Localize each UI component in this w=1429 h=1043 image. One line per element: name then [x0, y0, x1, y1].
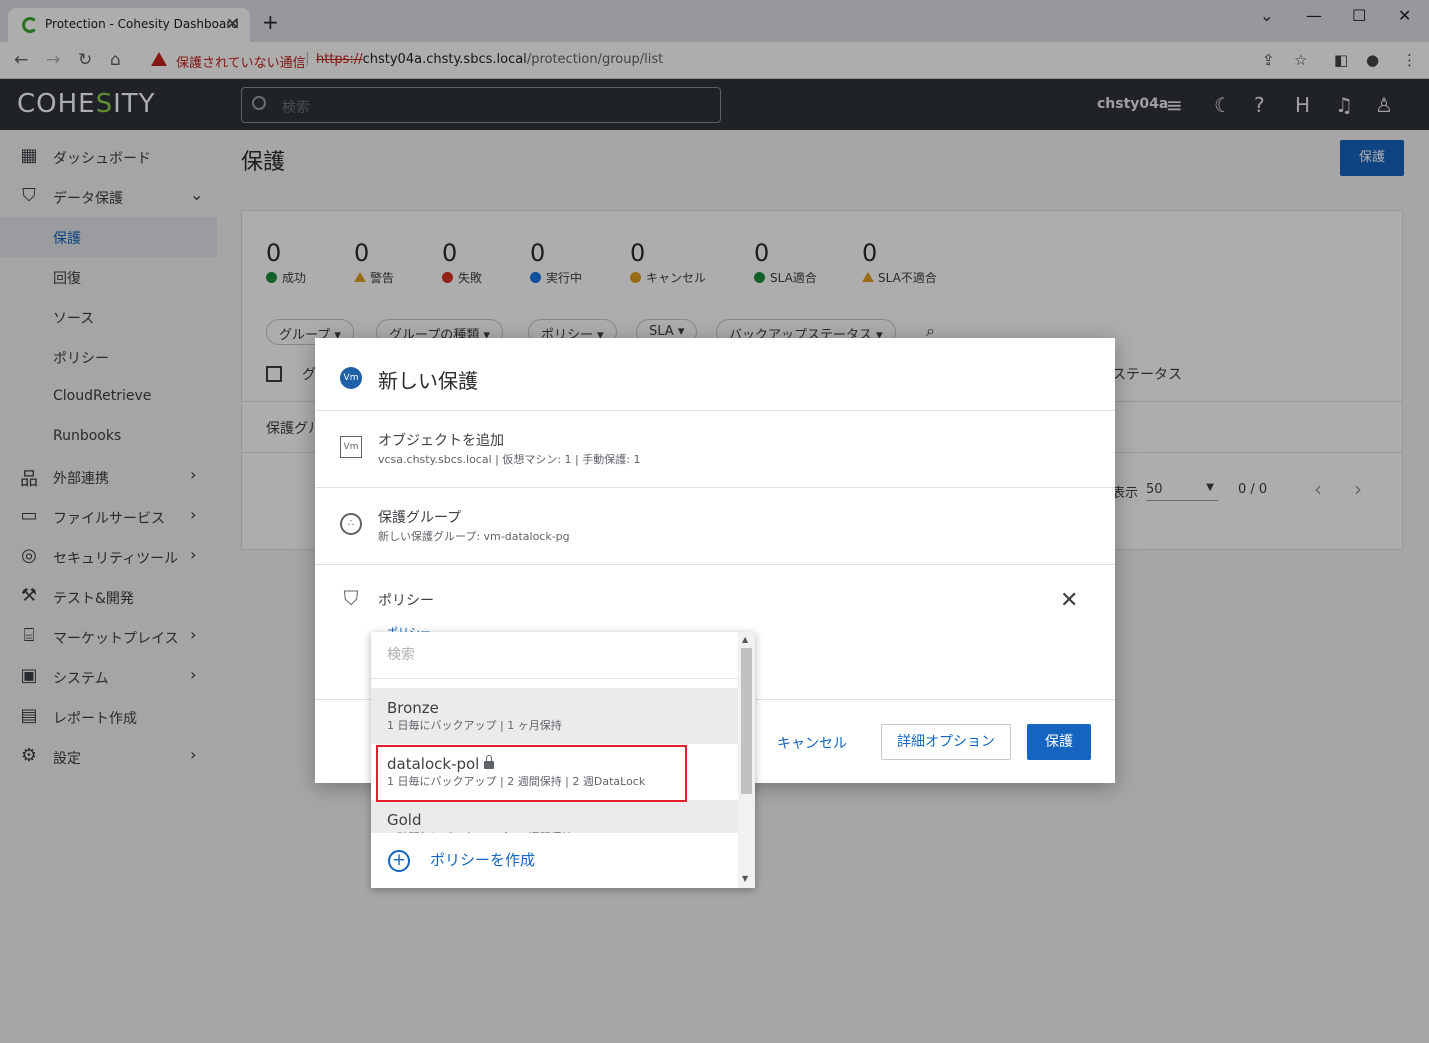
protection-group-title[interactable]: 保護グループ [378, 507, 461, 527]
scroll-down-icon[interactable]: ▼ [742, 874, 748, 883]
add-objects-link[interactable]: オブジェクトを追加 [378, 430, 504, 450]
highlight-annotation-box [376, 745, 687, 802]
dialog-title: 新しい保護 [378, 369, 478, 393]
divider [315, 487, 1115, 488]
scroll-thumb[interactable] [741, 648, 752, 794]
dropdown-scrollbar[interactable]: ▲ ▼ [738, 632, 755, 888]
divider [315, 410, 1115, 411]
divider [371, 678, 738, 679]
policy-option-bronze[interactable]: Bronze 1 日毎にバックアップ | 1 ヶ月保持 [371, 688, 738, 744]
protection-group-icon: ∴ [340, 513, 362, 535]
protection-group-name: 新しい保護グループ: vm-datalock-pg [378, 530, 570, 543]
dialog-protect-button[interactable]: 保護 [1027, 724, 1091, 760]
shield-icon: ⛉ [343, 586, 359, 610]
divider [315, 564, 1115, 565]
policy-title: ポリシー [378, 593, 434, 609]
advanced-options-button[interactable]: 詳細オプション [881, 724, 1011, 760]
create-policy-button[interactable]: + ポリシーを作成 [371, 833, 738, 888]
vm-badge-icon: Vm [340, 367, 362, 389]
vm-object-icon: Vm [340, 436, 362, 458]
scroll-up-icon[interactable]: ▲ [742, 635, 748, 644]
policy-search-input[interactable]: 検索 [387, 644, 415, 664]
objects-summary: vcsa.chsty.sbcs.local | 仮想マシン: 1 | 手動保護:… [378, 453, 641, 466]
add-circle-icon: + [388, 850, 410, 872]
close-policy-icon[interactable]: ✕ [1060, 588, 1078, 613]
cancel-button[interactable]: キャンセル [777, 733, 847, 753]
